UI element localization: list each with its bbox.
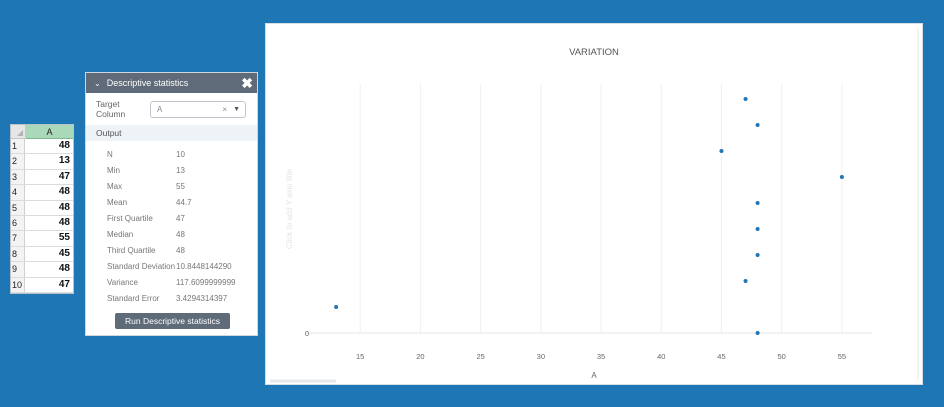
run-descriptive-statistics-button[interactable]: Run Descriptive statistics	[115, 313, 230, 329]
stat-value: 3.4294314397	[176, 294, 228, 303]
scatter-point[interactable]	[755, 331, 760, 335]
cell-a[interactable]: 47	[25, 278, 73, 292]
y-tick-label: 0	[305, 329, 309, 338]
sheet-header-row: A	[11, 125, 73, 139]
stat-value: 10	[176, 150, 185, 159]
sheet-row: 3 47	[11, 169, 73, 186]
stat-value: 55	[176, 182, 185, 191]
chart-title: VARIATION	[569, 47, 619, 58]
x-tick-label: 30	[537, 352, 545, 361]
sheet-row: 6 48	[11, 215, 73, 232]
cell-a[interactable]: 13	[25, 154, 73, 168]
sheet-row: 2 13	[11, 154, 73, 170]
target-column-value: A	[157, 105, 163, 114]
dialog-title: Descriptive statistics	[106, 78, 189, 88]
stat-label: Mean	[107, 198, 128, 207]
cell-a[interactable]: 47	[25, 170, 73, 184]
x-tick-label: 35	[597, 352, 605, 361]
scatter-point[interactable]	[719, 149, 724, 153]
scatter-point[interactable]	[839, 175, 844, 179]
sheet-row: 4 48	[11, 185, 73, 201]
x-tick-label: 50	[778, 352, 786, 361]
scatter-point[interactable]	[755, 201, 760, 205]
stat-value: 117.6099999999	[176, 278, 236, 287]
clear-icon[interactable]: ×	[222, 102, 227, 117]
x-tick-label: 45	[717, 352, 725, 361]
stat-value: 13	[176, 166, 185, 175]
dialog-titlebar: ⌄ Descriptive statistics ✖	[86, 73, 257, 93]
cell-a[interactable]: 55	[25, 231, 73, 245]
sheet-row: 8 45	[11, 246, 73, 263]
row-number[interactable]: 3	[11, 169, 25, 185]
stat-label: Standard Deviation	[107, 262, 176, 271]
target-column-label: Target Column	[96, 99, 126, 119]
x-tick-label: 20	[416, 352, 424, 361]
descriptive-statistics-dialog: ⌄ Descriptive statistics ✖ Target Column…	[85, 72, 258, 336]
row-number[interactable]: 2	[11, 154, 25, 169]
sheet-row: 5 48	[11, 200, 73, 216]
row-number[interactable]: 6	[11, 215, 25, 231]
output-section-header: Output	[86, 125, 257, 141]
stat-value: 48	[176, 230, 185, 239]
x-tick-label: 15	[356, 352, 364, 361]
x-axis-title: A	[591, 371, 597, 380]
close-icon[interactable]: ✖	[241, 75, 253, 92]
row-number[interactable]: 1	[11, 139, 25, 154]
dropdown-caret-icon[interactable]: ▼	[233, 102, 240, 117]
row-number[interactable]: 7	[11, 231, 25, 246]
stat-label: N	[107, 150, 113, 159]
cell-a[interactable]: 48	[25, 139, 73, 153]
select-all-corner[interactable]	[11, 125, 26, 139]
x-tick-label: 25	[476, 352, 484, 361]
stat-label: Median	[107, 230, 134, 239]
row-number[interactable]: 8	[11, 246, 25, 262]
row-number[interactable]: 4	[11, 185, 25, 200]
stat-label: Third Quartile	[107, 246, 156, 255]
sheet-row: 10 47	[11, 277, 73, 293]
stat-label: Max	[107, 182, 123, 191]
stat-value: 48	[176, 246, 185, 255]
sheet-row: 7 55	[11, 231, 73, 247]
x-tick-label: 40	[657, 352, 665, 361]
row-number[interactable]: 5	[11, 200, 25, 215]
cell-a[interactable]: 48	[25, 216, 73, 230]
scatter-point[interactable]	[755, 227, 760, 231]
row-number[interactable]: 10	[11, 277, 25, 292]
y-axis-title[interactable]: Click to add Y axis title	[285, 168, 294, 249]
row-number[interactable]: 9	[11, 262, 25, 277]
chevron-down-icon[interactable]: ⌄	[94, 79, 101, 88]
stat-label: First Quartile	[107, 214, 153, 223]
chart-panel: VARIATION Click to add Y axis title A 15…	[265, 23, 923, 385]
scatter-point[interactable]	[755, 253, 760, 257]
scatter-point[interactable]	[755, 123, 760, 127]
scatter-point[interactable]	[743, 279, 748, 283]
stat-value: 47	[176, 214, 185, 223]
cell-a[interactable]: 48	[25, 262, 73, 276]
stat-value: 10.8448144290	[176, 262, 232, 271]
sheet-row: 1 48	[11, 139, 73, 155]
stat-label: Variance	[107, 278, 138, 287]
scatter-point[interactable]	[334, 305, 339, 309]
cell-a[interactable]: 45	[25, 247, 73, 261]
cell-a[interactable]: 48	[25, 185, 73, 199]
column-header-a[interactable]: A	[26, 125, 73, 139]
scatter-point[interactable]	[743, 97, 748, 101]
stat-value: 44.7	[176, 198, 192, 207]
stat-label: Standard Error	[107, 294, 160, 303]
cell-a[interactable]: 48	[25, 201, 73, 215]
spreadsheet: A 1 48 2 13 3 47 4 48 5 48 6 48 7 55 8 45 9 48 10 47	[10, 124, 74, 294]
stat-label: Min	[107, 166, 120, 175]
target-column-select[interactable]: A × ▼	[150, 101, 246, 118]
variation-scatter-chart[interactable]: VARIATION Click to add Y axis title A 15…	[266, 24, 922, 384]
x-tick-label: 55	[838, 352, 846, 361]
sheet-row: 9 48	[11, 262, 73, 278]
